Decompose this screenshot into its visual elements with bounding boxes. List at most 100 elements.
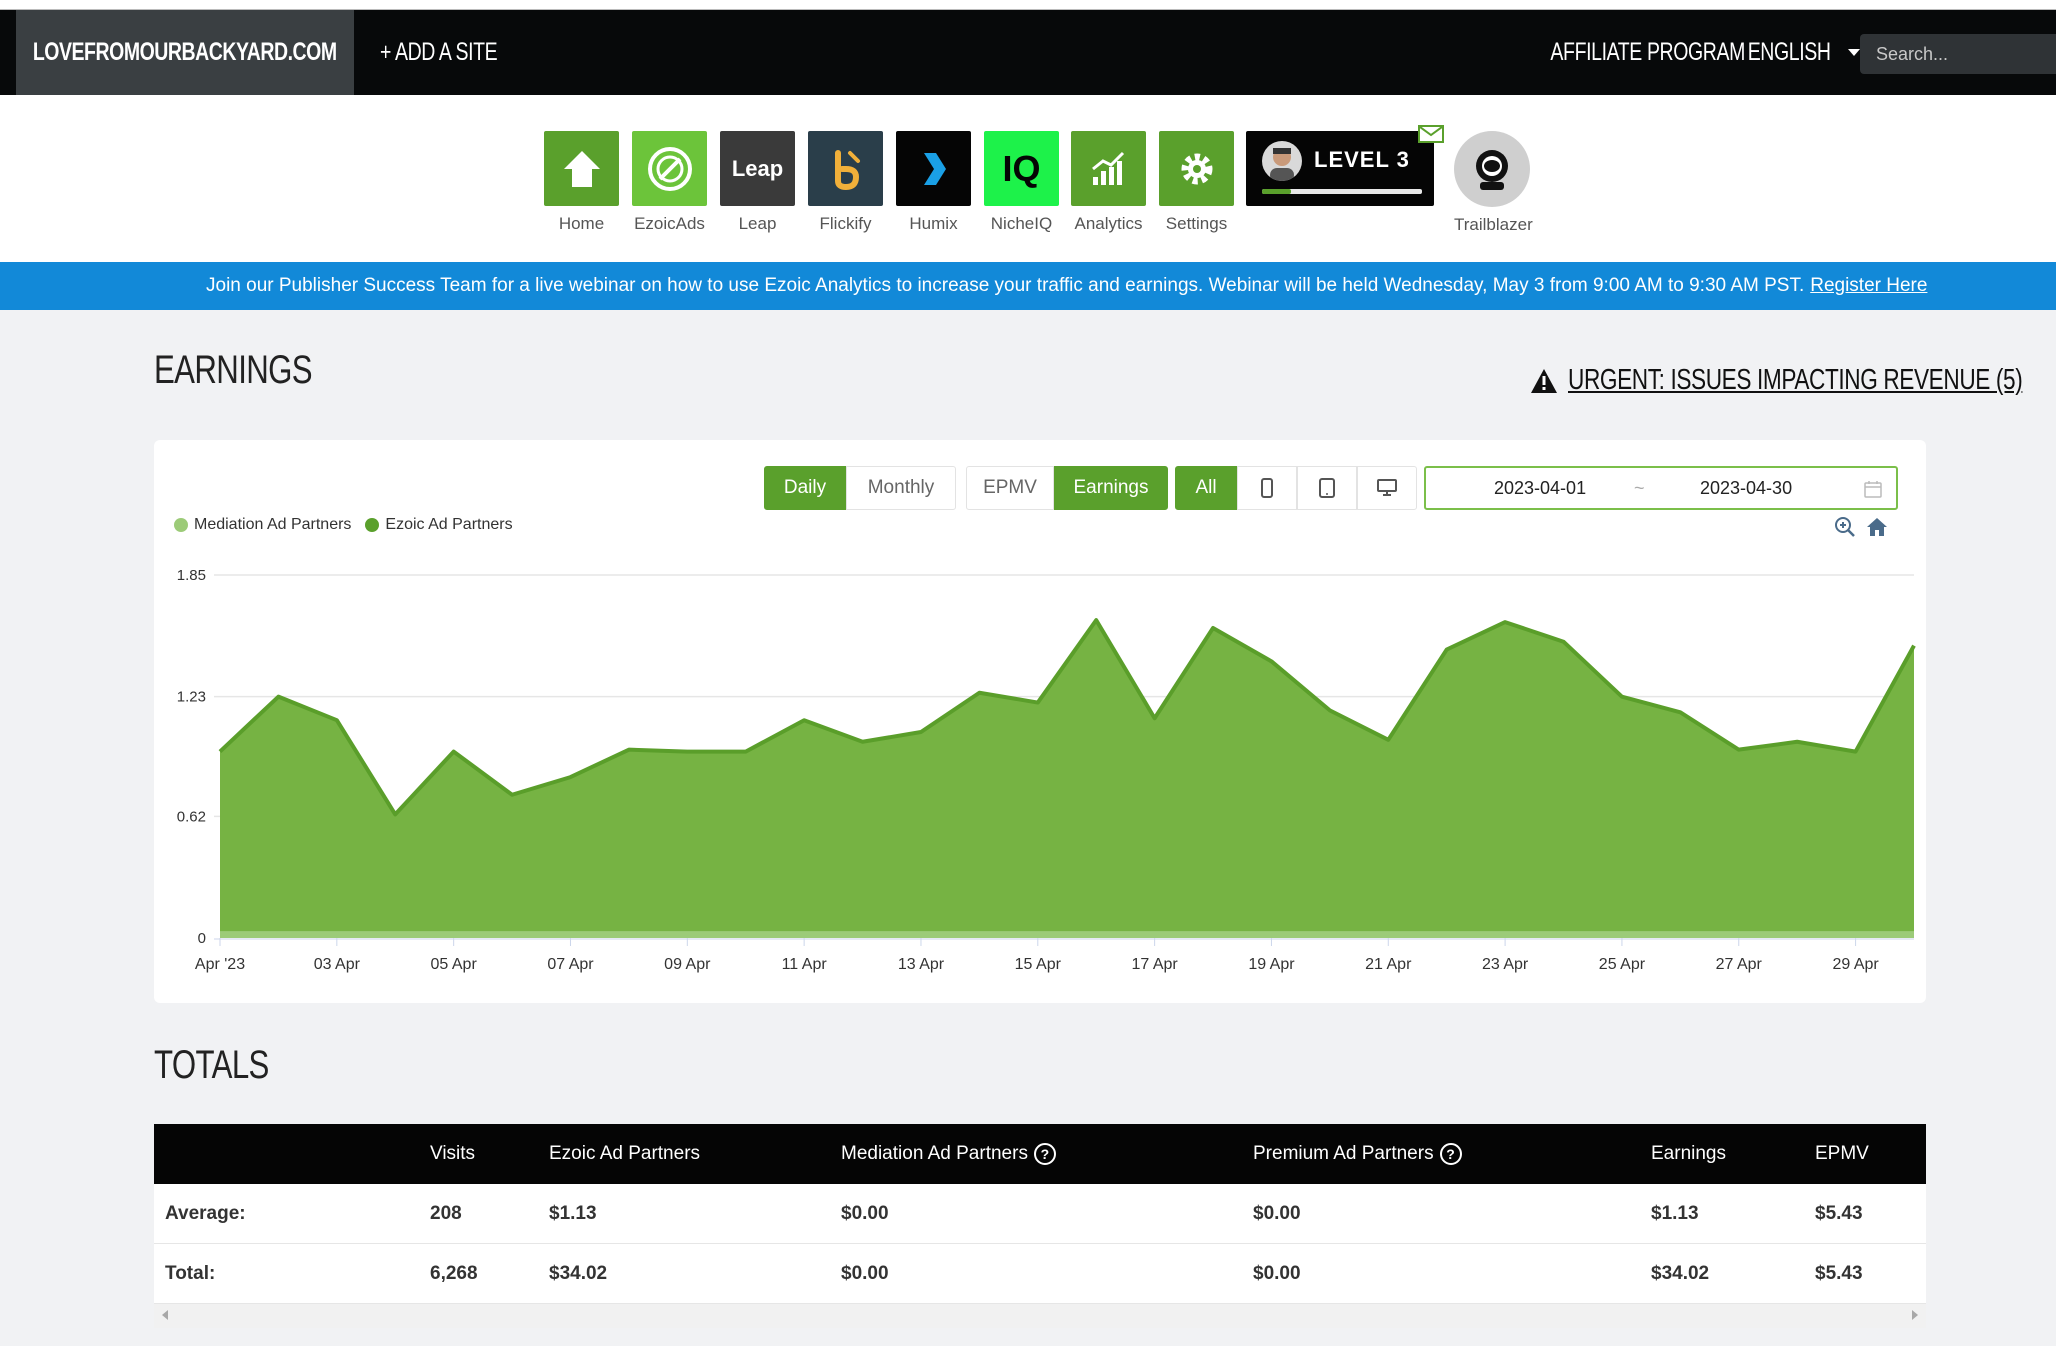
legend-label: Mediation Ad Partners [194,516,352,533]
x-tick-label: Apr '23 [195,956,245,973]
series-line-ezoic [218,618,1916,817]
app-ezoicads[interactable]: EzoicAds [632,131,707,234]
app-label: NicheIQ [990,214,1053,233]
cell-earnings: $34.02 [1651,1263,1710,1284]
mobile-button[interactable] [1237,466,1297,510]
urgent-issues-link[interactable]: URGENT: ISSUES IMPACTING REVENUE (5) [1530,364,2056,397]
table-header: Visits Ezoic Ad Partners Mediation Ad Pa… [154,1124,1926,1184]
legend-dot [365,518,380,532]
cell-visits: 6,268 [430,1263,478,1284]
app-flickify[interactable]: Flickify [808,131,883,234]
app-label: Home [558,214,605,233]
x-tick-label: 23 Apr [1482,956,1529,973]
x-tick-label: 27 Apr [1716,956,1763,973]
analytics-icon [1071,131,1146,206]
mobile-icon [1261,478,1273,498]
top-navbar: LOVEFROMOURBACKYARD.COM + ADD A SITE AFF… [0,10,2056,95]
cell-mediation: $0.00 [841,1203,889,1224]
tablet-icon [1319,478,1335,498]
site-selector[interactable]: LOVEFROMOURBACKYARD.COM [16,10,354,95]
chart-tools [1834,516,1888,538]
th-premium: Premium Ad Partners? [1253,1124,1462,1184]
add-site-link[interactable]: + ADD A SITE [380,10,498,95]
cell-premium: $0.00 [1253,1263,1301,1284]
device-toggle: All [1175,466,1417,510]
cell-earnings: $1.13 [1651,1203,1699,1224]
app-leap[interactable]: Leap Leap [720,131,795,234]
legend-item-mediation[interactable]: Mediation Ad Partners [174,516,351,534]
all-devices-button[interactable]: All [1175,466,1237,510]
th-epmv: EPMV [1815,1143,1869,1164]
app-analytics[interactable]: Analytics [1071,131,1146,234]
scroll-left-icon[interactable] [162,1310,168,1320]
chevron-down-icon [1848,49,1861,56]
horizontal-scrollbar[interactable] [154,1304,1926,1328]
affiliate-program-link[interactable]: AFFILIATE PROGRAM [1548,10,1748,95]
x-tick-label: 29 Apr [1832,956,1879,973]
avatar [1262,141,1302,181]
desktop-button[interactable] [1357,466,1417,510]
app-humix[interactable]: Humix [896,131,971,234]
cell-premium: $0.00 [1253,1203,1301,1224]
search-input[interactable] [1860,34,2056,74]
warning-icon [1531,368,1557,393]
app-nicheiq[interactable]: IQ NicheIQ [984,131,1059,234]
date-range-picker[interactable]: 2023-04-01 ~ 2023-04-30 [1424,466,1898,510]
trailblazer-badge[interactable]: Trailblazer [1454,131,1533,235]
row-label: Total: [165,1263,216,1284]
app-home[interactable]: Home [544,131,619,234]
series-area-ezoic [220,620,1914,938]
webinar-banner: Join our Publisher Success Team for a li… [0,262,2056,310]
daily-button[interactable]: Daily [764,466,846,510]
x-tick-label: 19 Apr [1248,956,1295,973]
x-tick-label: 25 Apr [1599,956,1646,973]
legend-item-ezoic[interactable]: Ezoic Ad Partners [365,516,513,534]
cell-ezoic: $34.02 [549,1263,608,1284]
period-toggle: Daily Monthly [764,466,956,510]
epmv-button[interactable]: EPMV [966,466,1054,510]
cell-epmv: $5.43 [1815,1203,1863,1224]
trailblazer-label: Trailblazer [1454,215,1533,234]
totals-title: TOTALS [154,1043,269,1087]
table-row: Total: 6,268 $34.02 $0.00 $0.00 $34.02 $… [154,1244,1926,1304]
earnings-chart-card: Daily Monthly EPMV Earnings All 2023-04-… [154,440,1926,1003]
register-link[interactable]: Register Here [1810,275,1927,297]
nicheiq-icon: IQ [984,131,1059,206]
th-earnings: Earnings [1651,1143,1726,1164]
top-strip [0,0,2056,10]
humix-icon [896,131,971,206]
y-tick-label: 1.23 [177,689,206,706]
earnings-button[interactable]: Earnings [1054,466,1168,510]
x-tick-label: 09 Apr [664,956,711,973]
home-icon [544,131,619,206]
calendar-icon [1864,481,1882,498]
desktop-icon [1377,479,1397,496]
row-label: Average: [165,1203,246,1224]
zoom-icon[interactable] [1834,516,1856,538]
tablet-button[interactable] [1297,466,1357,510]
cell-visits: 208 [430,1203,462,1224]
flickify-icon [808,131,883,206]
reset-home-icon[interactable] [1866,516,1888,538]
scroll-right-icon[interactable] [1912,1310,1918,1320]
help-icon[interactable]: ? [1439,1143,1462,1165]
earnings-title: EARNINGS [154,348,313,392]
language-dropdown[interactable]: ENGLISH [1736,10,1861,95]
y-tick-label: 1.85 [177,567,206,584]
language-label: ENGLISH [1747,38,1831,66]
date-end: 2023-04-30 [1700,477,1793,498]
x-tick-label: 17 Apr [1131,956,1178,973]
th-ezoic: Ezoic Ad Partners [549,1143,701,1164]
app-settings[interactable]: Settings [1159,131,1234,234]
leap-icon: Leap [720,131,795,206]
level-label: LEVEL 3 [1314,147,1410,172]
urgent-label: URGENT: ISSUES IMPACTING REVENUE (5) [1568,364,2023,396]
monthly-button[interactable]: Monthly [846,466,956,510]
help-icon[interactable]: ? [1033,1143,1056,1165]
legend-label: Ezoic Ad Partners [385,516,513,533]
cell-mediation: $0.00 [841,1263,889,1284]
level-card[interactable]: LEVEL 3 [1246,131,1434,206]
x-tick-label: 03 Apr [314,956,361,973]
app-label: Humix [909,214,958,233]
mail-icon[interactable] [1418,125,1444,143]
